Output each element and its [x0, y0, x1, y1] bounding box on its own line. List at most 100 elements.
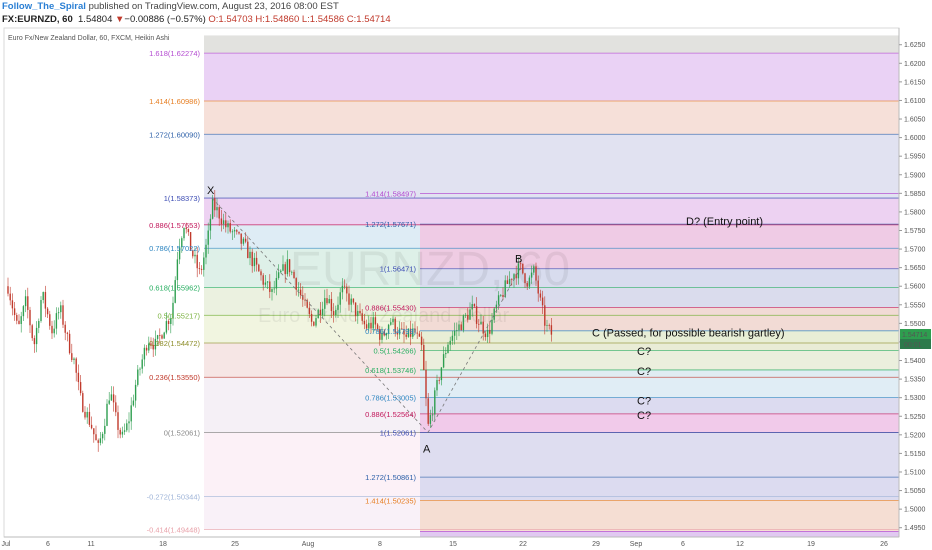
y-tick-label: 1.5550: [904, 302, 926, 309]
fib-xa-label: 1.414(1.60986): [149, 97, 200, 106]
y-tick-label: 1.5900: [904, 172, 926, 179]
fib-xa-label: -0.272(1.50344): [147, 492, 201, 501]
x-tick-label: 18: [159, 541, 167, 548]
candle-body: [449, 340, 451, 345]
candle-body: [486, 329, 489, 338]
candle-body: [478, 323, 480, 325]
point-b-label: B: [515, 254, 522, 266]
fib-zone: [204, 134, 899, 199]
candle-body: [335, 309, 337, 316]
x-tick-label: Sep: [630, 541, 643, 548]
candle-body: [357, 310, 359, 317]
price-chart[interactable]: EURNZD, 60Euro Fx/New Zealand DollarEuro…: [0, 0, 932, 550]
candle-body: [20, 316, 22, 324]
candle-body: [271, 289, 273, 292]
x-tick-label: 15: [449, 541, 457, 548]
candle-body: [315, 318, 317, 326]
fib-ab-label: 0.886(1.52564): [365, 410, 416, 419]
candle-body: [247, 241, 249, 259]
candle-body: [458, 324, 460, 331]
candle-body: [233, 230, 236, 232]
candle-body: [511, 278, 513, 280]
candle-body: [275, 277, 278, 289]
candle-body: [445, 353, 447, 355]
candle-body: [539, 293, 542, 298]
candle-body: [128, 421, 130, 424]
candle-body: [535, 266, 537, 281]
candle-body: [469, 309, 471, 320]
candle-body: [121, 431, 124, 435]
y-tick-label: 1.5300: [904, 395, 926, 402]
candle-body: [99, 438, 102, 443]
candle-body: [491, 319, 493, 334]
candle-body: [42, 292, 44, 301]
candle-body: [253, 257, 256, 267]
fib-xa-label: 0.618(1.55962): [149, 284, 200, 293]
candle-body: [141, 359, 143, 369]
candle-body: [493, 308, 495, 320]
candle-body: [528, 277, 531, 287]
fib-zone: [204, 100, 899, 135]
fib-zone: [204, 35, 899, 54]
candle-body: [238, 231, 240, 234]
candle-body: [425, 369, 427, 399]
candle-body: [330, 298, 333, 312]
candle-body: [273, 288, 275, 290]
candle-body: [68, 333, 71, 354]
candle-body: [277, 272, 280, 278]
candle-body: [297, 289, 300, 291]
y-tick-label: 1.5200: [904, 432, 926, 439]
candle-body: [64, 324, 66, 333]
candle-body: [139, 368, 141, 370]
candle-body: [132, 400, 135, 406]
candle-body: [55, 313, 58, 329]
y-tick-label: 1.5150: [904, 451, 926, 458]
pattern-annotation: C?: [637, 346, 651, 358]
fib-xa-label: 0.786(1.57022): [149, 244, 200, 253]
candle-body: [110, 394, 113, 401]
point-a-label: A: [423, 444, 431, 456]
candle-body: [473, 304, 476, 307]
x-tick-label: 26: [880, 541, 888, 548]
x-tick-label: 12: [736, 541, 744, 548]
candle-body: [112, 394, 115, 403]
candle-body: [251, 251, 253, 267]
candle-body: [288, 259, 291, 273]
x-tick-label: 6: [681, 541, 685, 548]
y-tick-label: 1.5650: [904, 265, 926, 272]
countdown-label: 00:01: [904, 342, 922, 349]
fib-ab-label: 0.786(1.54799): [365, 327, 416, 336]
candle-body: [374, 317, 377, 325]
candle-body: [119, 429, 121, 435]
candle-body: [293, 271, 295, 279]
candle-body: [354, 302, 357, 317]
candle-body: [24, 296, 27, 307]
candle-body: [196, 254, 198, 269]
candle-body: [352, 298, 355, 303]
fib-ab-label: 0.786(1.53005): [365, 393, 416, 402]
x-tick-label: 22: [519, 541, 527, 548]
candle-body: [198, 268, 201, 270]
candle-body: [115, 402, 117, 413]
fib-zone: [420, 413, 899, 433]
candle-body: [526, 283, 528, 287]
candle-body: [326, 298, 328, 304]
candle-body: [324, 298, 326, 309]
candle-body: [495, 304, 498, 309]
candle-body: [79, 382, 82, 394]
candle-body: [346, 286, 348, 294]
candle-body: [442, 354, 445, 368]
candle-body: [429, 415, 432, 424]
candle-body: [40, 300, 42, 322]
candle-body: [22, 306, 25, 317]
candle-body: [359, 310, 361, 314]
candle-body: [361, 313, 363, 321]
fib-xa-label: 0(1.52061): [164, 429, 201, 438]
candle-body: [73, 358, 75, 360]
candle-body: [447, 344, 449, 354]
candle-body: [236, 230, 238, 232]
candle-body: [471, 304, 473, 310]
pattern-annotation: D? (Entry point): [686, 216, 763, 228]
candle-body: [229, 223, 231, 232]
candle-body: [284, 264, 286, 275]
